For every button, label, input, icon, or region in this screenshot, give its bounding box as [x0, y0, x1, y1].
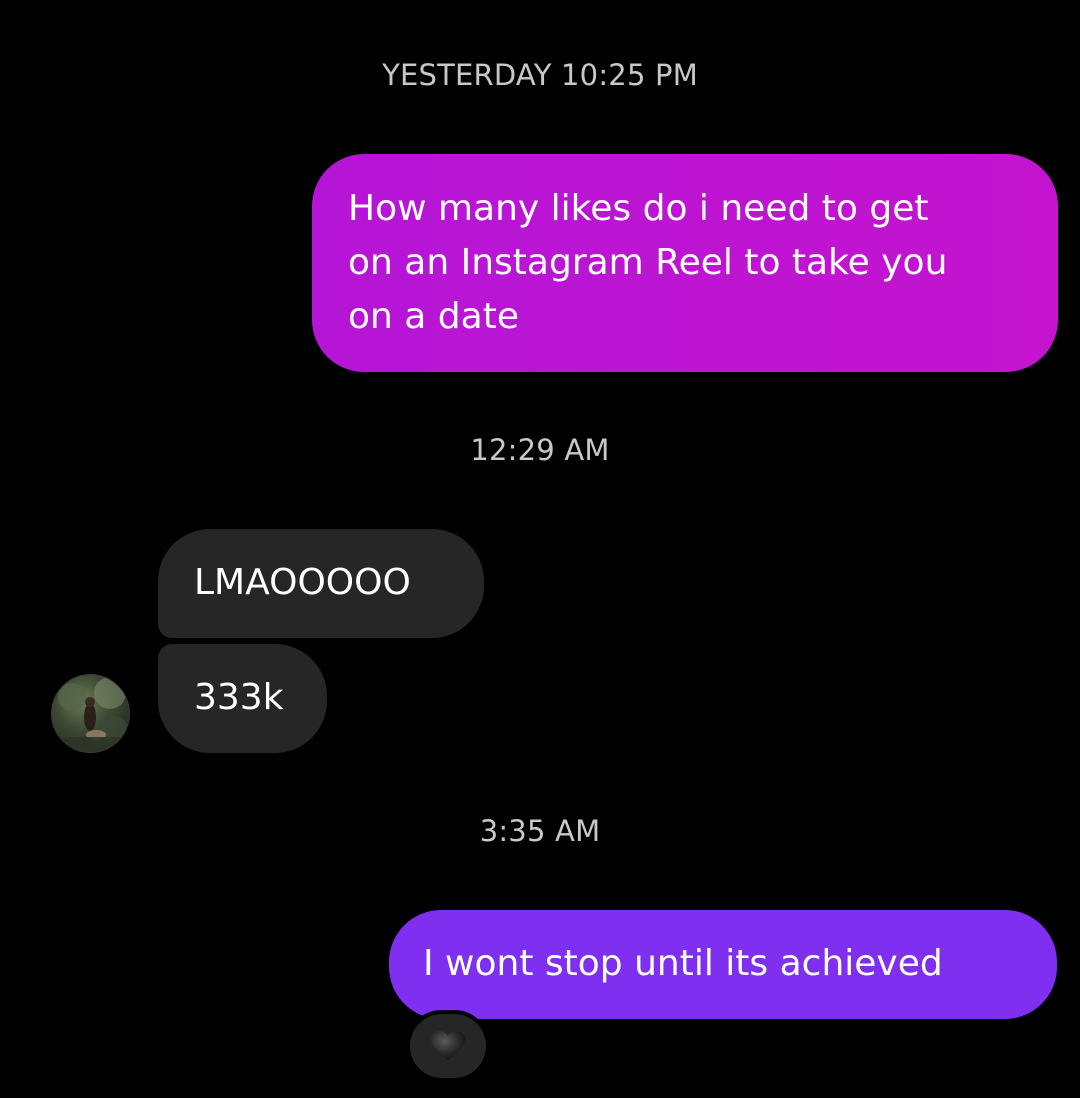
avatar-photo-icon [52, 677, 129, 752]
outgoing-message-bubble[interactable]: I wont stop until its achieved [389, 910, 1057, 1019]
message-reaction[interactable] [406, 1010, 490, 1082]
timestamp-1229: 12:29 AM [470, 433, 610, 467]
incoming-message-bubble[interactable]: 333k [158, 644, 327, 753]
timestamp-335: 3:35 AM [479, 814, 601, 848]
incoming-message-bubble[interactable]: LMAOOOOO [158, 529, 484, 638]
outgoing-message-bubble[interactable]: How many likes do i need to get on an In… [312, 154, 1058, 372]
sender-avatar[interactable] [51, 674, 130, 753]
timestamp-yesterday: YESTERDAY 10:25 PM [382, 58, 698, 92]
black-heart-icon [431, 1031, 465, 1060]
